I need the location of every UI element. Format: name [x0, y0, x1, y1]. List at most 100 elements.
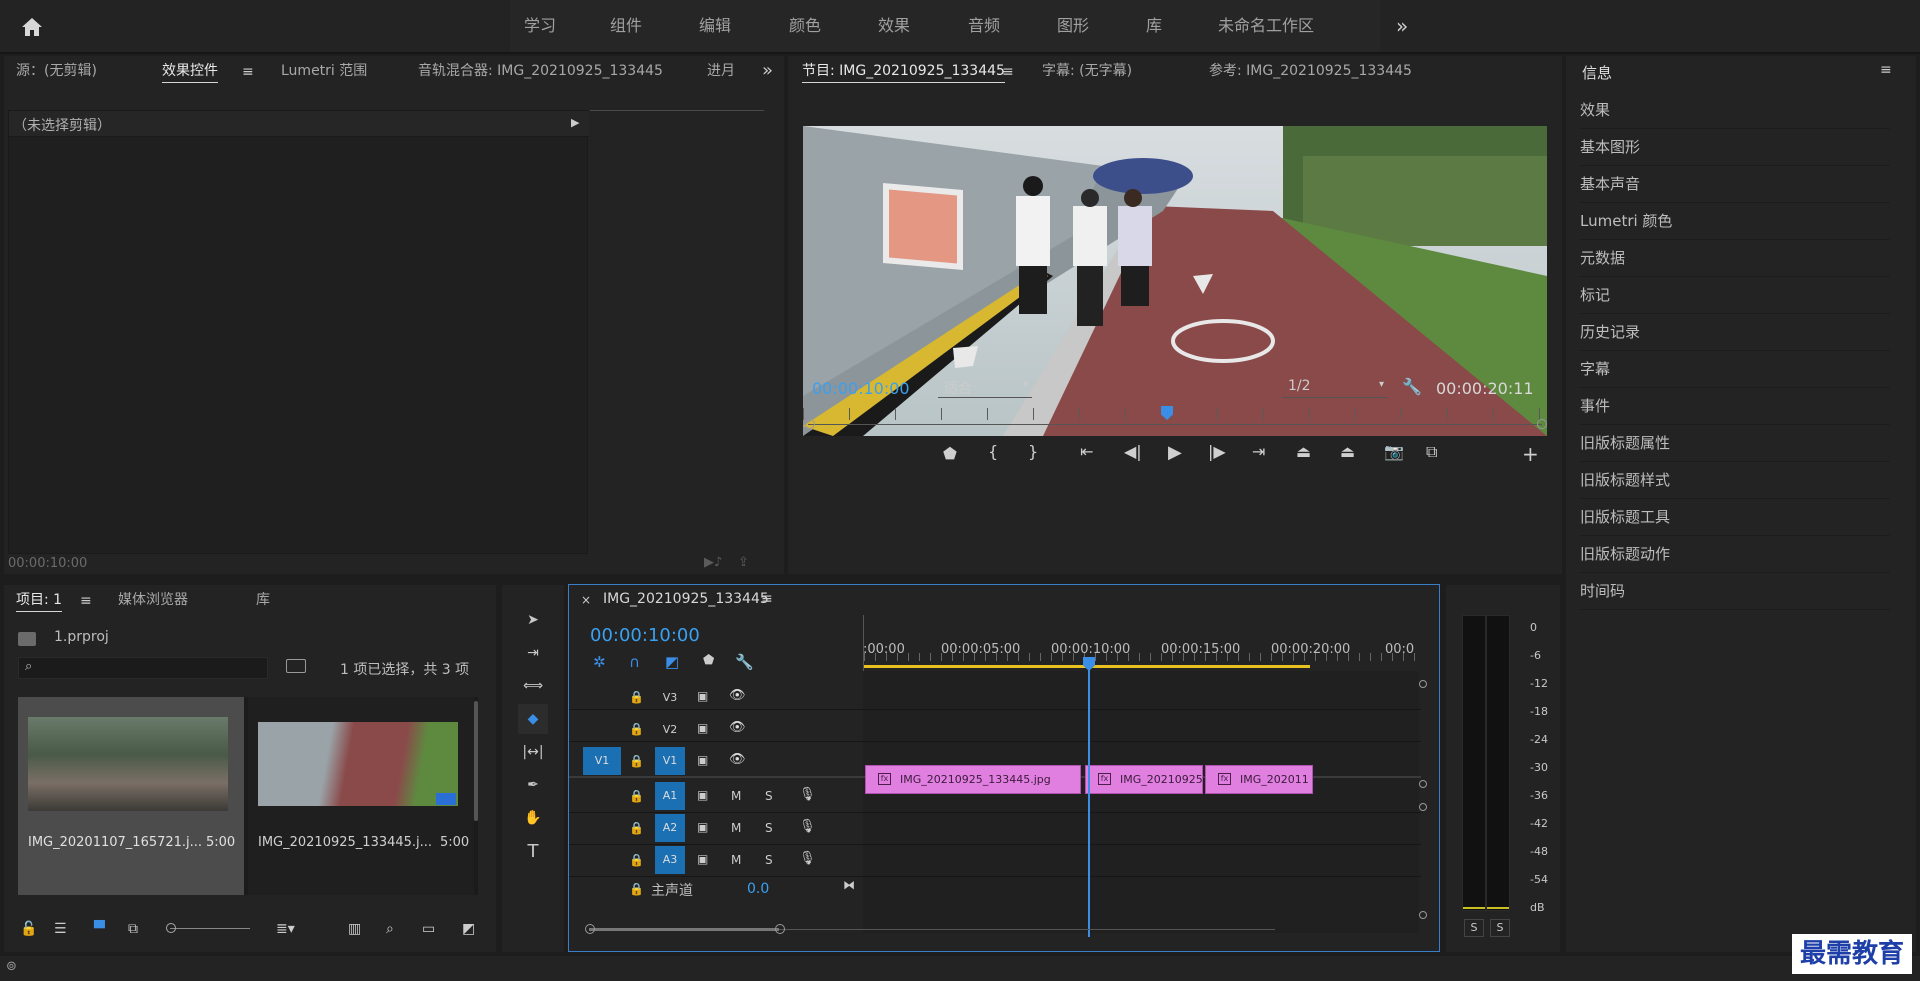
track-label-a2[interactable]: A2 [655, 814, 685, 842]
panel-effects[interactable]: 效果 [1580, 92, 1890, 129]
tab-progress[interactable]: 进月 [707, 56, 743, 86]
zoom-handle-left[interactable] [585, 924, 595, 934]
track-lock-icon[interactable]: 🔒 [629, 690, 644, 704]
solo-button[interactable]: S [765, 821, 773, 835]
close-icon[interactable]: × [581, 593, 591, 607]
panel-timecode[interactable]: 时间码 [1580, 573, 1890, 610]
panel-history[interactable]: 历史记录 [1580, 314, 1890, 351]
timeline-clip[interactable]: fx IMG_20210925 [1085, 765, 1203, 794]
panel-essential-graphics[interactable]: 基本图形 [1580, 129, 1890, 166]
sort-icon[interactable]: ≣▾ [276, 921, 295, 937]
workspace-tab-assembly[interactable]: 组件 [610, 0, 642, 52]
project-menu-icon[interactable]: ≡ [80, 593, 92, 609]
new-item-icon[interactable]: ◩ [462, 921, 475, 937]
microphone-icon[interactable]: 🎙 [799, 819, 816, 834]
toggle-sync-icon[interactable]: ▣ [697, 753, 708, 767]
program-menu-icon[interactable]: ≡ [1002, 64, 1014, 80]
pen-tool-icon[interactable]: ✒ [518, 770, 548, 800]
panel-legacy-title-tools[interactable]: 旧版标题工具 [1580, 499, 1890, 536]
eye-icon[interactable]: 👁 [729, 720, 746, 735]
track-label-v3[interactable]: V3 [655, 691, 685, 704]
bowtie-icon[interactable]: ⧓ [843, 878, 855, 892]
project-search-input[interactable]: ⌕ [18, 657, 268, 679]
ripple-edit-tool-icon[interactable]: ⟺ [518, 671, 548, 701]
icon-view-icon[interactable]: ▀ [94, 921, 105, 937]
zoom-handle-right[interactable] [1537, 419, 1547, 429]
track-lock-icon[interactable]: 🔒 [629, 789, 644, 803]
tab-audio-clip-mixer[interactable]: 音轨混合器: IMG_20210925_133445 [418, 56, 663, 86]
zoom-handle-right[interactable] [775, 924, 785, 934]
track-label-v1[interactable]: V1 [655, 747, 685, 775]
track-label-a3[interactable]: A3 [655, 846, 685, 874]
cloud-sync-icon[interactable]: ⊚ [6, 959, 17, 974]
source-patch-v1[interactable]: V1 [583, 747, 621, 775]
workspace-tab-effects[interactable]: 效果 [878, 0, 910, 52]
tab-project[interactable]: 项目: 1 [16, 585, 63, 615]
workspace-tab-color[interactable]: 颜色 [789, 0, 821, 52]
timeline-clip[interactable]: fx IMG_202011 [1205, 765, 1313, 794]
selection-tool-icon[interactable]: ➤ [518, 605, 548, 635]
program-playhead-timecode[interactable]: 00:00:10:00 [812, 379, 910, 398]
toggle-sync-icon[interactable]: ▣ [697, 689, 708, 703]
go-to-in-icon[interactable]: ⇤ [1080, 442, 1093, 461]
track-lock-icon[interactable]: 🔒 [629, 853, 644, 867]
tab-source[interactable]: 源：(无剪辑) [16, 56, 97, 86]
workspace-tab-editing[interactable]: 编辑 [699, 0, 731, 52]
lift-icon[interactable]: ⏏ [1296, 442, 1311, 461]
find-bin-icon[interactable] [286, 659, 306, 673]
compare-view-icon[interactable]: ⧉ [1426, 442, 1437, 462]
panel-legacy-title-actions[interactable]: 旧版标题动作 [1580, 536, 1890, 573]
track-lock-icon[interactable]: 🔒 [629, 821, 644, 835]
eye-icon[interactable]: 👁 [729, 688, 746, 703]
track-select-tool-icon[interactable]: ⇥ [518, 638, 548, 668]
project-item-1[interactable]: IMG_20201107_165721.j... 5:00 [18, 697, 244, 895]
zoom-handle-left[interactable] [805, 419, 815, 429]
audio-only-icon[interactable]: ▶♪ [704, 555, 722, 570]
audio-scroll-handle[interactable] [1419, 911, 1427, 919]
timeline-timecode[interactable]: 00:00:10:00 [590, 625, 700, 646]
home-icon[interactable] [20, 16, 44, 38]
video-scroll-handle[interactable] [1419, 680, 1427, 688]
bin-scrollbar[interactable] [474, 701, 478, 821]
panel-captions[interactable]: 字幕 [1580, 351, 1890, 388]
hand-tool-icon[interactable]: ✋ [518, 803, 548, 833]
workspace-tab-learn[interactable]: 学习 [524, 0, 556, 52]
mute-button[interactable]: M [731, 789, 741, 803]
find-icon[interactable]: ⌕ [386, 921, 394, 937]
export-frame-icon[interactable]: 📷 [1384, 442, 1404, 461]
track-label-v2[interactable]: V2 [655, 723, 685, 736]
lock-icon[interactable]: 🔓 [20, 921, 37, 937]
toggle-sync-icon[interactable]: ▣ [697, 788, 708, 802]
panel-legacy-title-properties[interactable]: 旧版标题属性 [1580, 425, 1890, 462]
panel-events[interactable]: 事件 [1580, 388, 1890, 425]
nest-icon[interactable]: ✲ [593, 653, 606, 671]
list-view-icon[interactable]: ☰ [54, 921, 67, 937]
program-ruler[interactable] [803, 408, 1547, 420]
zoom-bar-thumb[interactable] [589, 928, 779, 931]
workspace-tab-untitled[interactable]: 未命名工作区 [1218, 0, 1314, 52]
solo-right-button[interactable]: S [1490, 919, 1510, 937]
timeline-marker-icon[interactable]: ⬟ [703, 653, 714, 668]
panel-menu-icon[interactable]: ≡ [242, 64, 254, 80]
solo-left-button[interactable]: S [1464, 919, 1484, 937]
step-forward-icon[interactable]: |▶ [1208, 442, 1226, 461]
timeline-clip[interactable]: fx IMG_20210925_133445.jpg [865, 765, 1081, 794]
tab-lumetri-scopes[interactable]: Lumetri 范围 [281, 56, 367, 86]
mark-in-icon[interactable]: { [988, 442, 998, 461]
toggle-sync-icon[interactable]: ▣ [697, 852, 708, 866]
automate-icon[interactable]: ▥ [348, 921, 361, 937]
new-bin-icon[interactable]: ▭ [422, 921, 435, 937]
panel-metadata[interactable]: 元数据 [1580, 240, 1890, 277]
microphone-icon[interactable]: 🎙 [799, 787, 816, 802]
workspace-tab-audio[interactable]: 音频 [968, 0, 1000, 52]
tab-reference[interactable]: 参考: IMG_20210925_133445 [1209, 56, 1412, 86]
zoom-scrollbar[interactable] [808, 424, 1542, 425]
audio-scroll-handle[interactable] [1419, 803, 1427, 811]
tab-program[interactable]: 节目: IMG_20210925_133445 [802, 56, 1005, 86]
step-back-icon[interactable]: ◀| [1124, 442, 1142, 461]
workspace-tab-libraries[interactable]: 库 [1146, 0, 1162, 52]
panel-essential-sound[interactable]: 基本声音 [1580, 166, 1890, 203]
timeline-playhead-line[interactable] [1088, 669, 1090, 937]
tab-effect-controls[interactable]: 效果控件 [162, 56, 218, 86]
zoom-slider[interactable] [170, 928, 250, 929]
